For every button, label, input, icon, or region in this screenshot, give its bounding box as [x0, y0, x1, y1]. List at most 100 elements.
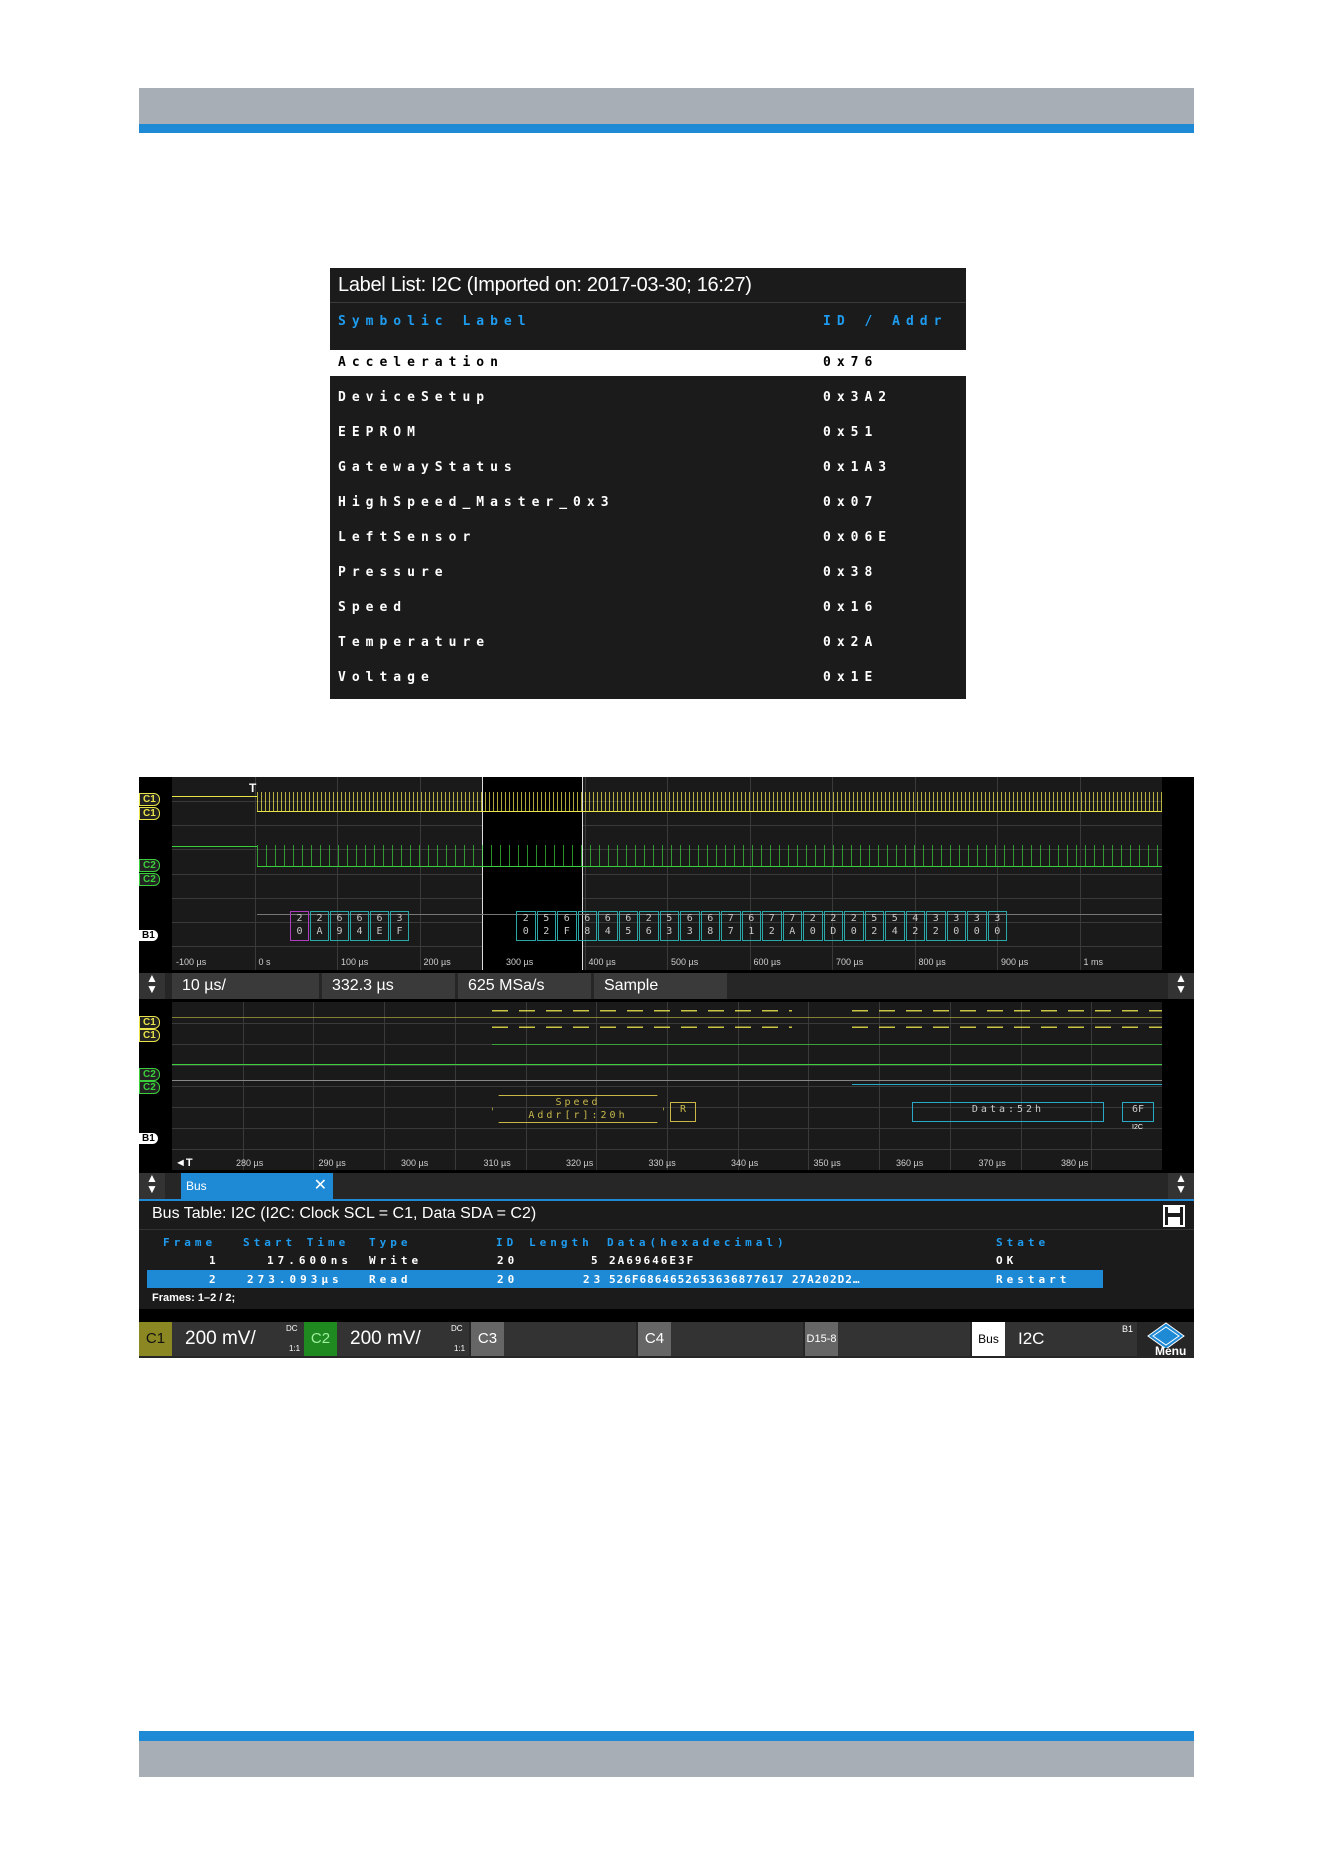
- c1-trace: [172, 796, 257, 797]
- column-header-type: Type: [369, 1236, 412, 1249]
- sample-rate[interactable]: 625 MSa/s: [458, 973, 591, 999]
- expand-arrows-icon[interactable]: ▲ ▼: [139, 972, 165, 999]
- zoom-waveform-area[interactable]: Speed Addr[r]:20h R Data:52h 6F I2C 280 …: [172, 1002, 1162, 1170]
- decoded-byte[interactable]: 32: [926, 911, 946, 941]
- decoded-byte[interactable]: 63: [680, 911, 700, 941]
- channel-c4-button[interactable]: C4: [638, 1322, 803, 1356]
- decoded-byte[interactable]: 6E: [370, 911, 389, 941]
- bus-trace-sda: [852, 1084, 1162, 1085]
- c2-marker[interactable]: C2: [139, 1081, 160, 1094]
- decode-address-frame[interactable]: Speed Addr[r]:20h: [492, 1095, 664, 1123]
- decoded-byte[interactable]: 52: [864, 911, 884, 941]
- expand-arrows-icon[interactable]: ▲ ▼: [1168, 1172, 1194, 1199]
- trigger-marker[interactable]: ◄T: [175, 1157, 193, 1169]
- overview-waveform-area[interactable]: 202A69646E3F 20526F686465265363687761727…: [172, 777, 1162, 970]
- decoded-byte[interactable]: 20: [844, 911, 864, 941]
- divider: [330, 302, 966, 303]
- decode-rw-frame[interactable]: R: [670, 1102, 696, 1122]
- label-row[interactable]: HighSpeed_Master_0x3 0x07: [330, 490, 966, 516]
- c2-marker[interactable]: C2: [139, 859, 160, 872]
- label-row[interactable]: Pressure 0x38: [330, 560, 966, 586]
- label-row[interactable]: Voltage 0x1E: [330, 665, 966, 691]
- close-icon[interactable]: ✕: [314, 1173, 327, 1199]
- decoded-byte[interactable]: 72: [762, 911, 782, 941]
- decoded-byte[interactable]: 30: [967, 911, 987, 941]
- decoded-byte[interactable]: 69: [330, 911, 349, 941]
- decode-data-frame[interactable]: 6F: [1122, 1102, 1154, 1122]
- decoded-byte[interactable]: 52: [536, 911, 556, 941]
- decoded-byte[interactable]: 64: [350, 911, 369, 941]
- channel-c1-button[interactable]: C1 200 mV/ DC 1:1: [139, 1322, 304, 1356]
- decoded-byte[interactable]: 30: [946, 911, 966, 941]
- decode-data-frame[interactable]: Data:52h: [912, 1102, 1104, 1122]
- column-header-start-time: Start Time: [243, 1236, 350, 1249]
- decoded-byte[interactable]: 20: [516, 911, 536, 941]
- axis-tick-label: 700 µs: [836, 957, 864, 967]
- decoded-byte[interactable]: 30: [987, 911, 1007, 941]
- c1-marker[interactable]: C1: [139, 793, 160, 806]
- save-icon[interactable]: [1163, 1205, 1185, 1227]
- grid-line: [172, 873, 1162, 875]
- decoded-nibble: 3: [994, 913, 1001, 924]
- expand-arrows-icon[interactable]: ▲ ▼: [1168, 972, 1194, 999]
- decoded-byte[interactable]: 68: [700, 911, 720, 941]
- menu-button[interactable]: Menu: [1139, 1322, 1194, 1358]
- c2-marker[interactable]: C2: [139, 1068, 160, 1081]
- column-header-data: Data(hexadecimal): [607, 1236, 788, 1249]
- decoded-byte[interactable]: 65: [618, 911, 638, 941]
- label-row[interactable]: Temperature 0x2A: [330, 630, 966, 656]
- label-name: HighSpeed_Master_0x3: [338, 495, 615, 510]
- c2-marker[interactable]: C2: [139, 873, 160, 886]
- channel-c2-button[interactable]: C2 200 mV/ DC 1:1: [304, 1322, 469, 1356]
- channel-bus-button[interactable]: Bus I2C B1: [972, 1322, 1137, 1356]
- horizontal-position[interactable]: 332.3 µs: [322, 973, 455, 999]
- decoded-byte[interactable]: 61: [741, 911, 761, 941]
- label-name: Voltage: [338, 670, 435, 685]
- decoded-byte[interactable]: 20: [803, 911, 823, 941]
- decoded-byte[interactable]: 26: [639, 911, 659, 941]
- decoded-byte[interactable]: 54: [885, 911, 905, 941]
- acquisition-mode[interactable]: Sample: [594, 973, 727, 999]
- label-row[interactable]: LeftSensor 0x06E: [330, 525, 966, 551]
- decoded-byte[interactable]: 2D: [823, 911, 843, 941]
- timebase-scale[interactable]: 10 µs/: [172, 973, 319, 999]
- label-name: Temperature: [338, 635, 491, 650]
- table-row[interactable]: 1 17.600ns Write 20 5 2A69646E3F OK: [147, 1251, 1103, 1269]
- decoded-nibble: 6: [604, 913, 611, 924]
- c1-marker[interactable]: C1: [139, 807, 160, 820]
- decoded-byte[interactable]: 42: [905, 911, 925, 941]
- axis-tick-label: 330 µs: [648, 1158, 676, 1168]
- b1-marker[interactable]: B1: [139, 930, 158, 941]
- table-row[interactable]: 2 273.093µs Read 20 23 526F6864652653636…: [147, 1270, 1103, 1288]
- page-footer-accent: [139, 1731, 1194, 1741]
- decoded-byte[interactable]: 68: [577, 911, 597, 941]
- c1-marker[interactable]: C1: [139, 1029, 160, 1042]
- decoded-byte[interactable]: 2A: [310, 911, 329, 941]
- decoded-byte[interactable]: 6F: [557, 911, 577, 941]
- decoded-nibble: 0: [953, 926, 960, 937]
- decoded-byte[interactable]: 7A: [782, 911, 802, 941]
- label-row[interactable]: EEPROM 0x51: [330, 420, 966, 446]
- channel-digital-button[interactable]: D15-8: [805, 1322, 970, 1356]
- decoded-byte[interactable]: 20: [290, 911, 309, 941]
- expand-arrows-icon[interactable]: ▲ ▼: [139, 1172, 165, 1199]
- decoded-byte[interactable]: 53: [659, 911, 679, 941]
- decoded-nibble: 3: [396, 913, 403, 924]
- decoded-nibble: 0: [522, 926, 529, 937]
- label-row[interactable]: GatewayStatus 0x1A3: [330, 455, 966, 481]
- label-id: 0x16: [823, 600, 879, 615]
- label-id: 0x06E: [823, 530, 893, 545]
- decoded-byte[interactable]: 3F: [390, 911, 409, 941]
- c3-badge: C3: [471, 1322, 504, 1356]
- b1-marker[interactable]: B1: [139, 1133, 158, 1144]
- decoded-byte[interactable]: 77: [721, 911, 741, 941]
- label-row[interactable]: DeviceSetup 0x3A2: [330, 385, 966, 411]
- c1-marker[interactable]: C1: [139, 1016, 160, 1029]
- decoded-byte[interactable]: 64: [598, 911, 618, 941]
- label-row[interactable]: Speed 0x16: [330, 595, 966, 621]
- trigger-marker[interactable]: T: [249, 781, 256, 795]
- label-row[interactable]: Acceleration 0x76: [330, 350, 966, 376]
- decoded-nibble: F: [396, 926, 403, 937]
- channel-c3-button[interactable]: C3: [471, 1322, 636, 1356]
- tab-bus[interactable]: Bus ✕: [181, 1173, 333, 1199]
